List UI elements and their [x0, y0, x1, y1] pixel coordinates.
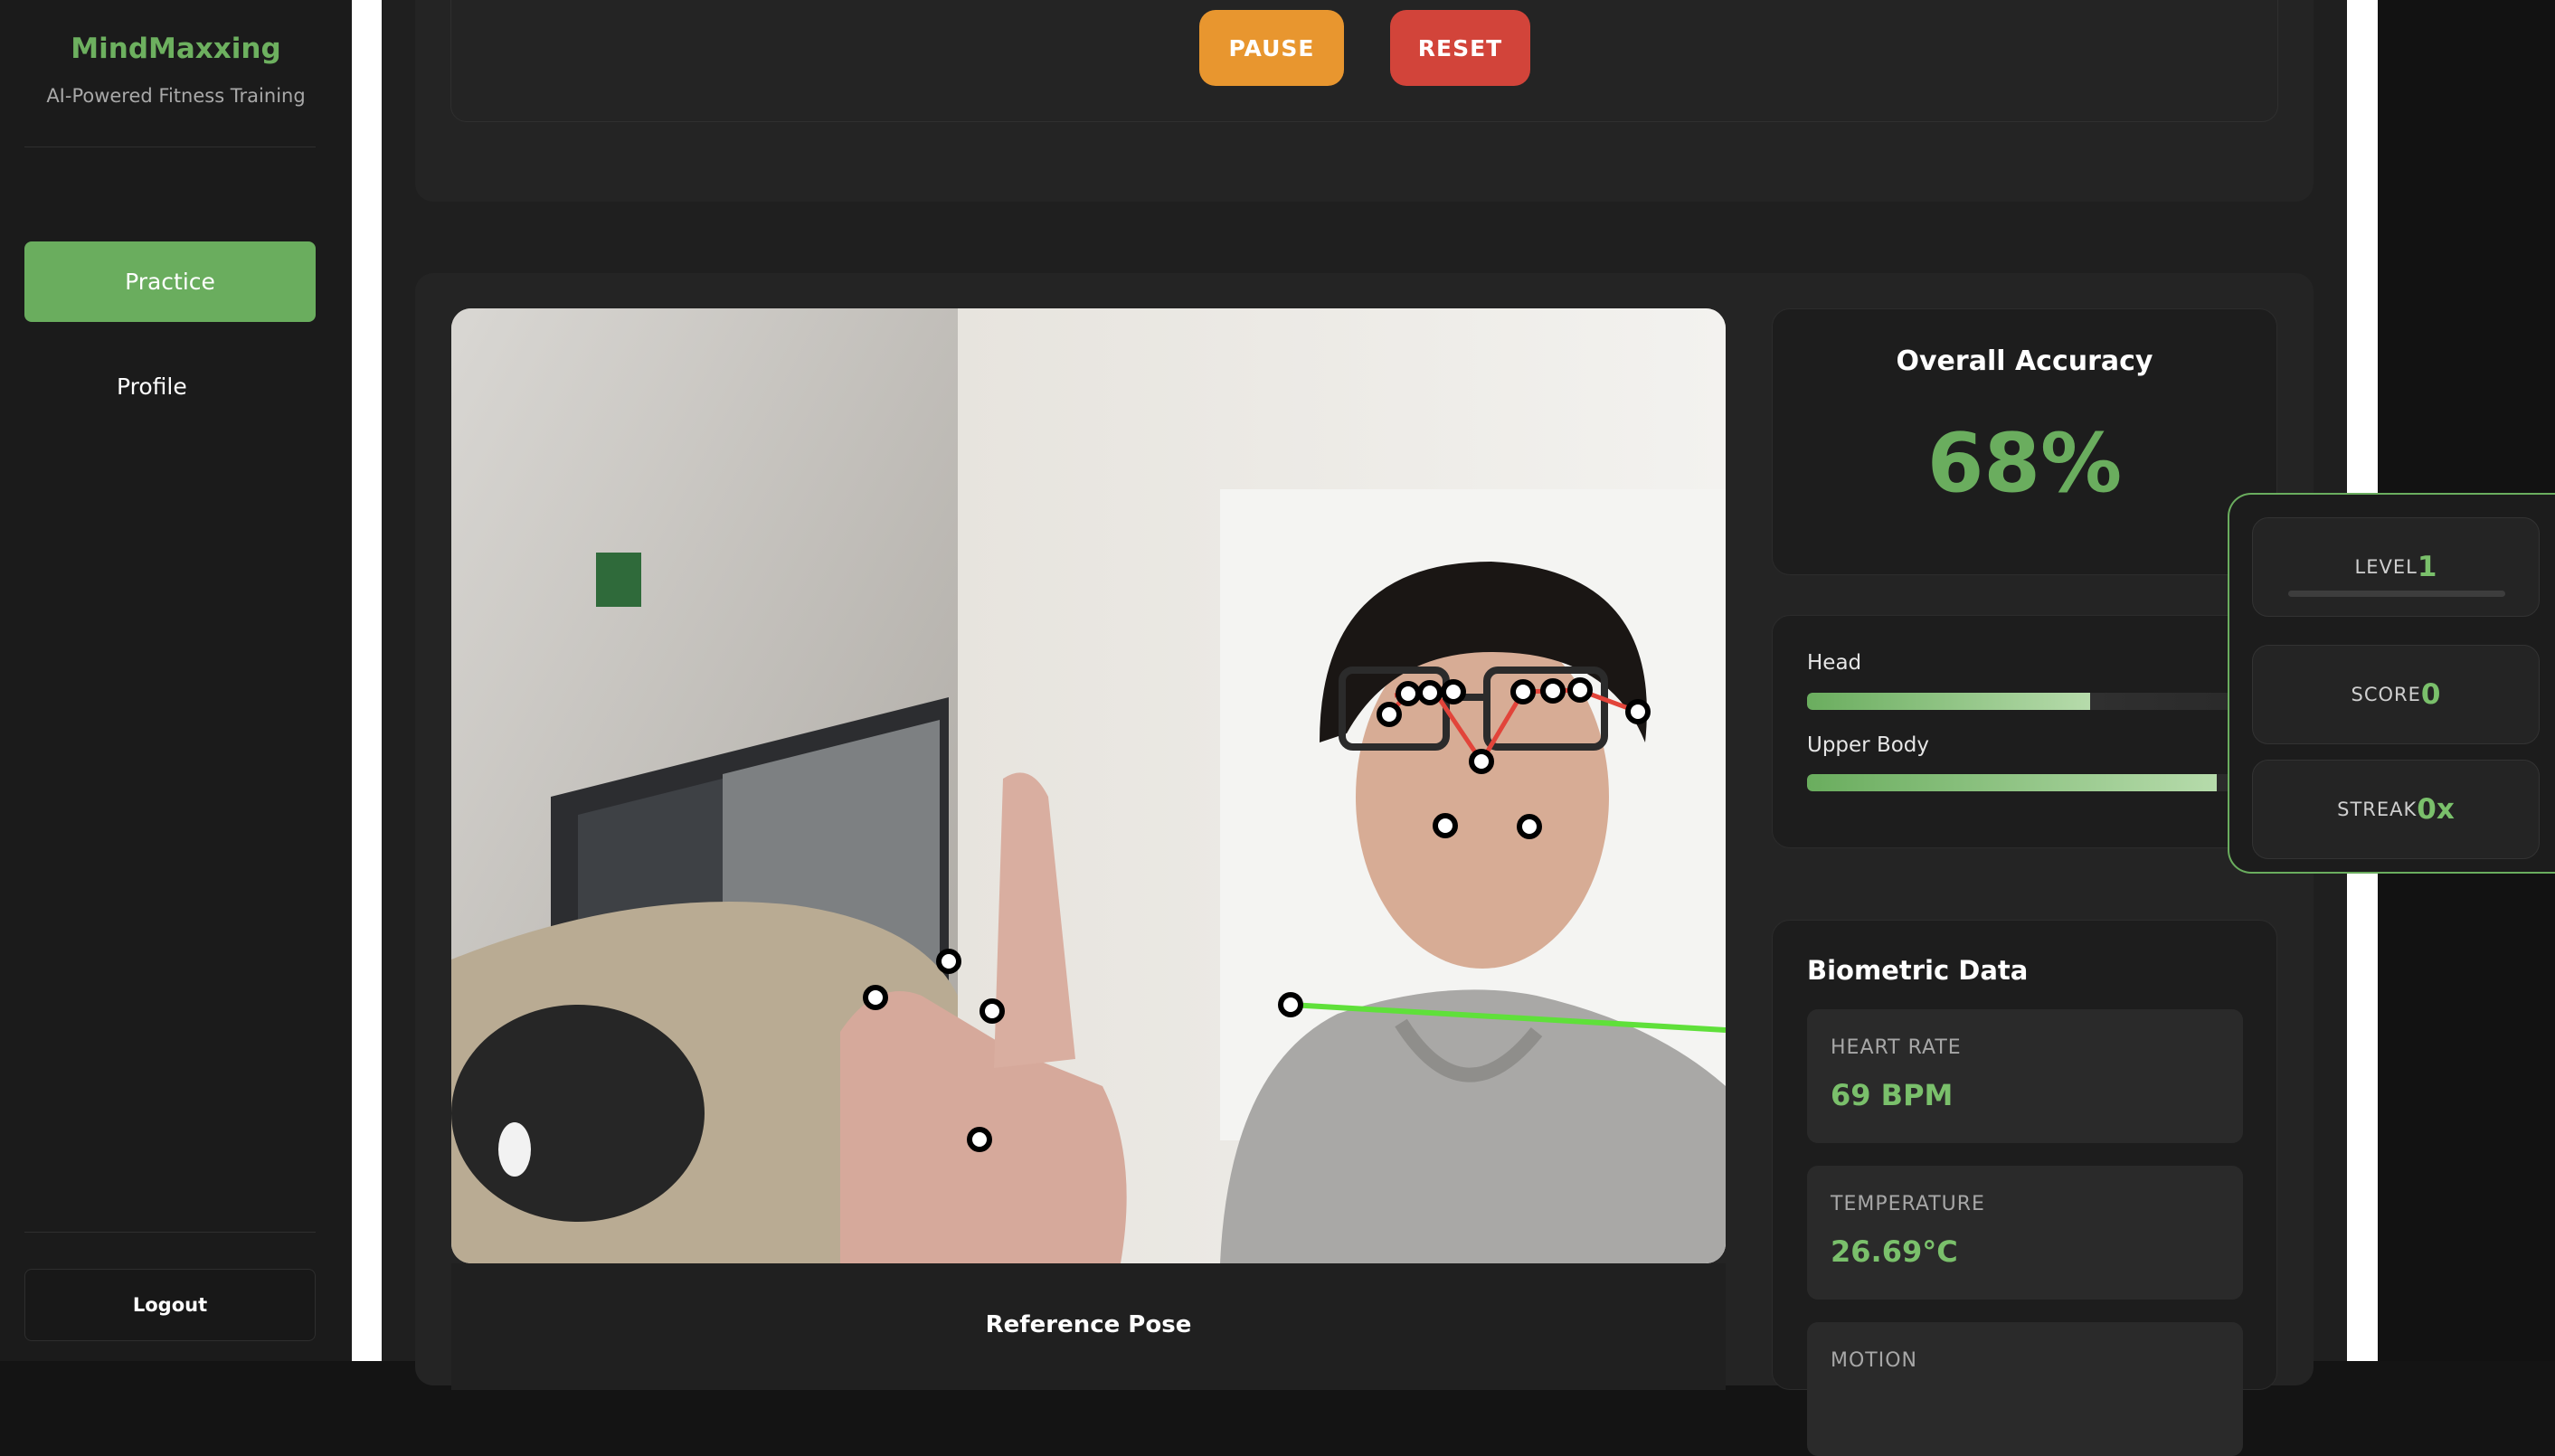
- reset-button[interactable]: RESET: [1390, 10, 1530, 86]
- app-logo-text: MindMaxxing: [71, 33, 281, 65]
- biometric-card: [1772, 920, 2277, 1390]
- accuracy-title: Overall Accuracy: [1896, 345, 2153, 377]
- reference-pose-label: Reference Pose: [985, 1311, 1192, 1338]
- head-progress-fill: [1807, 693, 2091, 710]
- sidebar-item-profile[interactable]: Profile: [24, 346, 316, 427]
- biometric-label: TEMPERATURE: [1831, 1193, 1985, 1215]
- page-gutter: [352, 0, 382, 1361]
- sidebar-divider: [24, 1232, 316, 1233]
- body-part-card: [1772, 615, 2277, 848]
- score-card: SCORE 0: [2252, 645, 2540, 744]
- biometric-temperature: TEMPERATURE 26.69°C: [1807, 1166, 2243, 1300]
- body-part-label-upper-body: Upper Body: [1807, 733, 1930, 757]
- body-part-label-head: Head: [1807, 651, 1862, 675]
- score-value: 0: [2420, 678, 2441, 711]
- level-progress-bar: [2288, 591, 2505, 597]
- level-value: 1: [2417, 551, 2437, 583]
- accuracy-value: 68%: [1926, 416, 2123, 511]
- pause-button[interactable]: PAUSE: [1199, 10, 1344, 86]
- streak-value: 0x: [2417, 793, 2455, 826]
- biometric-heart-rate: HEART RATE 69 BPM: [1807, 1009, 2243, 1143]
- sidebar: MindMaxxing AI-Powered Fitness Training …: [0, 0, 352, 1361]
- streak-card: STREAK 0x: [2252, 760, 2540, 859]
- upper-body-progress-fill: [1807, 774, 2218, 791]
- score-label: SCORE: [2351, 684, 2421, 705]
- webcam-image: [451, 308, 1726, 1263]
- level-label: LEVEL: [2354, 556, 2418, 578]
- webcam-feed: [451, 308, 1726, 1263]
- head-progress-bar: [1807, 693, 2243, 710]
- biometric-label: HEART RATE: [1831, 1036, 1962, 1059]
- biometric-value: 69 BPM: [1831, 1078, 1954, 1112]
- logout-button[interactable]: Logout: [24, 1269, 316, 1341]
- biometric-motion: MOTION: [1807, 1322, 2243, 1456]
- upper-body-progress-bar: [1807, 774, 2243, 791]
- app-tagline: AI-Powered Fitness Training: [46, 85, 306, 107]
- level-card: LEVEL 1: [2252, 517, 2540, 617]
- streak-label: STREAK: [2337, 799, 2418, 820]
- controls-inner-card: [450, 0, 2278, 122]
- sidebar-item-practice[interactable]: Practice: [24, 241, 316, 322]
- biometric-value: 26.69°C: [1831, 1234, 1958, 1269]
- biometric-title: Biometric Data: [1807, 955, 2029, 986]
